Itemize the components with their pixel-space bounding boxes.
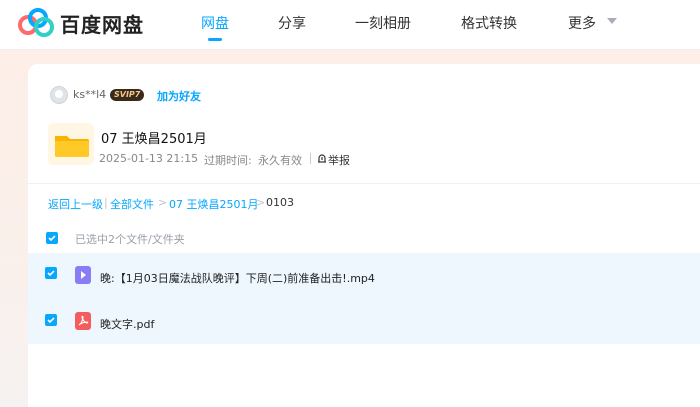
file-name[interactable]: 晚:【1月03日魔法战队晚评】下周(二)前准备出击!.mp4 [100,270,375,286]
nav-active-indicator [208,38,222,41]
breadcrumb-divider: | [104,196,108,209]
check-icon [47,270,55,277]
top-header: 百度网盘 网盘 分享 一刻相册 格式转换 更多 [0,0,700,50]
breadcrumb-separator: > [256,196,266,209]
folder-icon [48,123,94,165]
report-icon[interactable] [317,153,327,163]
breadcrumb-folder[interactable]: 07 王焕昌2501月 [169,196,259,212]
breadcrumb-separator: > [158,196,168,209]
report-link[interactable]: 举报 [328,152,350,168]
vip-badge: SVIP7 [110,89,145,101]
expiry-label: 过期时间: [204,154,252,167]
select-all-checkbox[interactable] [46,232,58,244]
nav-format-convert[interactable]: 格式转换 [461,13,517,33]
breadcrumb-all-files[interactable]: 全部文件 [110,196,154,212]
shared-folder-title: 07 王焕昌2501月 [101,132,207,147]
breadcrumb-current: 0103 [266,196,294,209]
nav-more[interactable]: 更多 [568,13,596,33]
avatar[interactable] [50,86,68,104]
meta-divider [310,153,311,164]
file-name[interactable]: 晚文字.pdf [100,316,154,332]
nav-photo-album[interactable]: 一刻相册 [355,13,411,33]
pdf-file-icon [75,312,91,330]
back-up-link[interactable]: 返回上一级 [48,196,103,212]
cloud-logo-icon [18,8,54,37]
video-file-icon [75,266,91,284]
nav-share[interactable]: 分享 [278,13,306,33]
chevron-down-icon[interactable] [607,18,617,24]
share-date: 2025-01-13 21:15 [99,152,199,165]
selection-count: 已选中2个文件/文件夹 [75,233,185,246]
file-checkbox[interactable] [45,267,57,279]
logo-text: 百度网盘 [60,12,144,37]
expiry-value: 永久有效 [258,154,302,167]
file-checkbox[interactable] [45,314,57,326]
baidu-netdisk-logo[interactable]: 百度网盘 [18,6,144,40]
nav-netdisk[interactable]: 网盘 [201,13,229,33]
add-friend-link[interactable]: 加为好友 [157,88,201,104]
check-icon [48,235,56,242]
check-icon [47,317,55,324]
divider [28,183,700,184]
sharer-username: ks**l4 [73,88,107,101]
